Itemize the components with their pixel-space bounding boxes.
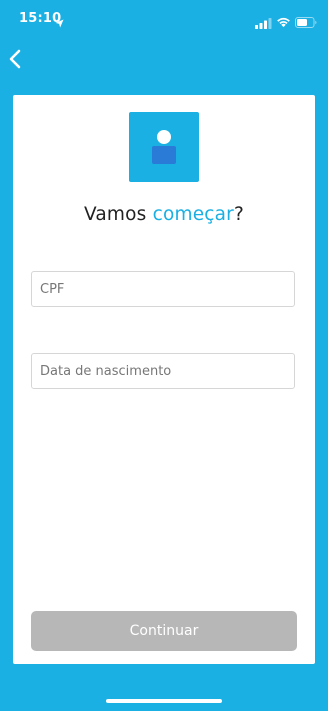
cpf-input[interactable] <box>31 271 295 307</box>
wifi-icon <box>276 13 291 28</box>
birth-date-input[interactable] <box>31 353 295 389</box>
page-title: Vamos começar? <box>13 204 315 225</box>
onboarding-card: Vamos começar? Continuar <box>13 95 315 664</box>
chevron-left-icon <box>9 49 21 69</box>
continue-button[interactable]: Continuar <box>31 611 297 651</box>
title-suffix: ? <box>234 204 245 225</box>
status-bar: 15:10 <box>0 0 328 38</box>
home-indicator <box>106 699 222 703</box>
location-arrow-icon <box>55 13 64 28</box>
battery-icon <box>295 13 317 28</box>
title-accent: começar <box>152 204 234 225</box>
title-prefix: Vamos <box>83 204 153 225</box>
avatar <box>129 112 199 182</box>
user-icon <box>152 130 176 164</box>
back-button[interactable] <box>4 46 26 72</box>
cellular-signal-icon <box>255 14 272 29</box>
